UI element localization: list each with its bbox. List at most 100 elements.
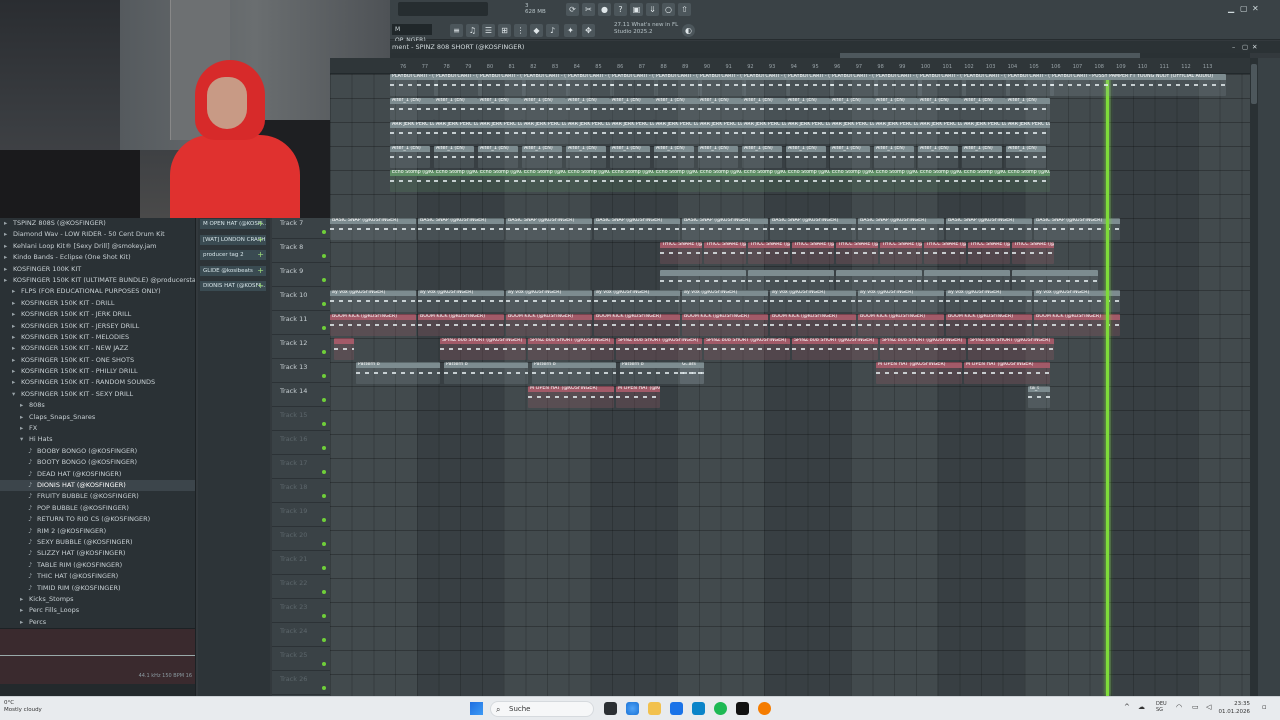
edge-icon[interactable] xyxy=(626,702,639,715)
upper-clip[interactable]: Echo Stomp (@KOSFINGER) xyxy=(830,170,874,192)
upper-clip[interactable]: ARR JERK PERC LO_1 (KOSFINGER) xyxy=(1006,122,1050,144)
track-mute-led[interactable] xyxy=(322,326,326,330)
spotify-icon[interactable] xyxy=(714,702,727,715)
playlist-clip[interactable]: THICC SNARE (@KOSFINGER) xyxy=(1012,242,1054,264)
browser-item[interactable]: ▸ KOSFINGER 150K KIT - DRILL xyxy=(0,298,195,309)
browser-item[interactable]: ♪ SLIZZY HAT (@KOSFINGER) xyxy=(0,548,195,559)
track-mute-led[interactable] xyxy=(322,374,326,378)
browser-item[interactable]: ▸ FLPS (FOR EDUCATIONAL PURPOSES ONLY) xyxy=(0,286,195,297)
playlist-vertical-scrollbar[interactable] xyxy=(1250,58,1258,696)
chat-icon[interactable]: ○ xyxy=(662,3,675,16)
mail-icon[interactable] xyxy=(670,702,683,715)
track-header[interactable]: Track 7 xyxy=(272,215,330,239)
upper-clip[interactable]: Echo Stomp (@KOSFINGER) xyxy=(786,170,830,192)
upper-clip[interactable]: Alter_1 (EN) xyxy=(434,98,478,120)
upper-clip[interactable]: Alter_1 (EN) xyxy=(786,98,830,120)
playlist-clip[interactable]: M OPEN HAT (@KOSFINGER) xyxy=(876,362,962,384)
notification-icon[interactable]: ▫ xyxy=(1262,703,1267,711)
upper-clip[interactable]: Echo Stomp (@KOSFINGER) xyxy=(742,170,786,192)
playlist-clip[interactable]: ay vox (@KOSFINGER) xyxy=(858,290,944,312)
upper-clip[interactable]: Alter_1 (EN) xyxy=(786,146,826,168)
tray-cloud-icon[interactable]: ☁ xyxy=(1138,703,1145,711)
track-header[interactable]: Track 11 xyxy=(272,311,330,335)
wifi-icon[interactable]: ◠ xyxy=(1176,703,1182,711)
upper-clip[interactable]: Alter_1 (EN) xyxy=(654,98,698,120)
track-mute-led[interactable] xyxy=(322,686,326,690)
browser-item[interactable]: ▸ Kindo Bands - Eclipse (One Shot Kit) xyxy=(0,252,195,263)
playlist-clip[interactable]: ay vox (@KOSFINGER) xyxy=(330,290,416,312)
add-icon[interactable]: + xyxy=(257,281,264,291)
track-header[interactable]: Track 12 xyxy=(272,335,330,359)
track-header[interactable]: Track 9 xyxy=(272,263,330,287)
upper-clip[interactable]: ARR JERK PERC LO_1 (KOSFINGER) xyxy=(654,122,698,144)
track-mute-led[interactable] xyxy=(322,542,326,546)
browser-item[interactable]: ▸ KOSFINGER 150K KIT - ONE SHOTS xyxy=(0,355,195,366)
playlist-clip[interactable]: SPINZ 808 SHORT (@KOSFINGER) xyxy=(440,338,526,360)
upper-clip[interactable]: ARR JERK PERC LO_1 (KOSFINGER) xyxy=(962,122,1006,144)
stamp-icon[interactable]: ✥ xyxy=(582,24,595,37)
channel-button[interactable]: GLIDE @kosibeats + xyxy=(200,265,266,276)
track-mute-led[interactable] xyxy=(322,350,326,354)
playlist-clip[interactable]: BASIC SNAP (@KOSFINGER) xyxy=(506,218,592,240)
upper-clip[interactable]: Alter_1 (EN) xyxy=(698,98,742,120)
track-mute-led[interactable] xyxy=(322,590,326,594)
upper-clip[interactable]: Echo Stomp (@KOSFINGER) xyxy=(478,170,522,192)
upper-clip[interactable]: PLAYBOI CARTI - (OFFICIAL AUDIO) xyxy=(566,74,614,96)
playlist-clip[interactable]: M OPEN HAT (@KOSFINGER) xyxy=(616,386,660,408)
file-explorer-icon[interactable] xyxy=(648,702,661,715)
browser-item[interactable]: ▾ Hi Hats xyxy=(0,434,195,445)
upper-clip[interactable]: Echo Stomp (@KOSFINGER) xyxy=(434,170,478,192)
upper-clip[interactable]: PLAYBOI CARTI - (OFFICIAL AUDIO) xyxy=(478,74,526,96)
upper-clip[interactable]: PLAYBOI CARTI - (OFFICIAL AUDIO) xyxy=(698,74,746,96)
browser-item[interactable]: ▸ KOSFINGER 150K KIT - PHILLY DRILL xyxy=(0,366,195,377)
playlist-clip[interactable]: BASIC SNAP (@KOSFINGER) xyxy=(682,218,768,240)
playlist-clip[interactable]: BOOM KICK (@KOSFINGER) xyxy=(330,314,416,336)
playlist-clip[interactable] xyxy=(660,270,746,292)
track-header[interactable]: Track 21 xyxy=(272,551,330,575)
upper-clip[interactable]: PLAYBOI CARTI - PUSSY PAMPER FT YOUNG NU… xyxy=(1050,74,1226,96)
upper-clip[interactable]: Echo Stomp (@KOSFINGER) xyxy=(566,170,610,192)
upper-clip[interactable]: Alter_1 (EN) xyxy=(566,146,606,168)
channel-button[interactable]: DIONIS HAT (@KOSFI... + xyxy=(200,281,266,291)
browser-item[interactable]: ▸ KOSFINGER 150K KIT - JERSEY DRILL xyxy=(0,321,195,332)
language-indicator[interactable]: DEU SG xyxy=(1156,701,1167,713)
taskbar-clock[interactable]: 23:35 01.01.2026 xyxy=(1219,700,1251,716)
track-header[interactable]: Track 26 xyxy=(272,671,330,695)
track-mute-led[interactable] xyxy=(322,422,326,426)
tools-icon[interactable]: ✦ xyxy=(564,24,577,37)
playlist-clip[interactable] xyxy=(924,270,1010,292)
mixer-icon[interactable]: ≡ xyxy=(450,24,463,37)
taskbar-search[interactable]: ⌕ Suche xyxy=(490,701,594,717)
playlist-clip[interactable]: ay vox (@KOSFINGER) xyxy=(418,290,504,312)
browser-item[interactable]: ▸ Kicks_Stomps xyxy=(0,594,195,605)
upper-clip[interactable]: ARR JERK PERC LO_1 (KOSFINGER) xyxy=(918,122,962,144)
upper-clip[interactable]: Alter_1 (EN) xyxy=(522,98,566,120)
save-icon[interactable]: ▣ xyxy=(630,3,643,16)
track-header[interactable]: Track 16 xyxy=(272,431,330,455)
track-header[interactable]: Track 14 xyxy=(272,383,330,407)
upper-clip[interactable]: Alter_1 (EN) xyxy=(962,98,1006,120)
channel-rack-icon[interactable]: ⊞ xyxy=(498,24,511,37)
vscroll-thumb[interactable] xyxy=(1251,64,1257,104)
playlist-clip[interactable]: THICC SNARE (@KOSFINGER) xyxy=(968,242,1010,264)
browser-item[interactable]: ▸ Percs xyxy=(0,617,195,628)
track-mute-led[interactable] xyxy=(322,518,326,522)
playlist-clip[interactable]: THICC SNARE (@KOSFINGER) xyxy=(748,242,790,264)
track-mute-led[interactable] xyxy=(322,638,326,642)
pattern-selector[interactable]: M OP..NGER) xyxy=(392,24,432,44)
track-mute-led[interactable] xyxy=(322,494,326,498)
upper-clip[interactable]: ARR JERK PERC LO_1 (KOSFINGER) xyxy=(522,122,566,144)
playlist-clip[interactable]: BASIC SNAP (@KOSFINGER) xyxy=(946,218,1032,240)
upper-clip[interactable]: PLAYBOI CARTI - (OFFICIAL AUDIO) xyxy=(786,74,834,96)
track-mute-led[interactable] xyxy=(322,278,326,282)
playlist-clip[interactable]: ta_t xyxy=(1028,386,1050,408)
browser-item[interactable]: ▾ KOSFINGER 150K KIT - SEXY DRILL xyxy=(0,389,195,400)
browser-item[interactable]: ♪ RETURN TO RIO CS (@KOSFINGER) xyxy=(0,514,195,525)
browser-item[interactable]: ▸ 808s xyxy=(0,400,195,411)
playlist-clip[interactable]: Pattern 8 xyxy=(444,362,528,384)
upper-clip[interactable]: Alter_1 (EN) xyxy=(830,146,870,168)
playlist-clip[interactable]: SPINZ 808 SHORT (@KOSFINGER) xyxy=(616,338,702,360)
weather-widget[interactable]: 0°C Mostly cloudy xyxy=(4,700,42,714)
export-icon[interactable]: ⇧ xyxy=(678,3,691,16)
upper-clip[interactable]: Alter_1 (EN) xyxy=(610,98,654,120)
